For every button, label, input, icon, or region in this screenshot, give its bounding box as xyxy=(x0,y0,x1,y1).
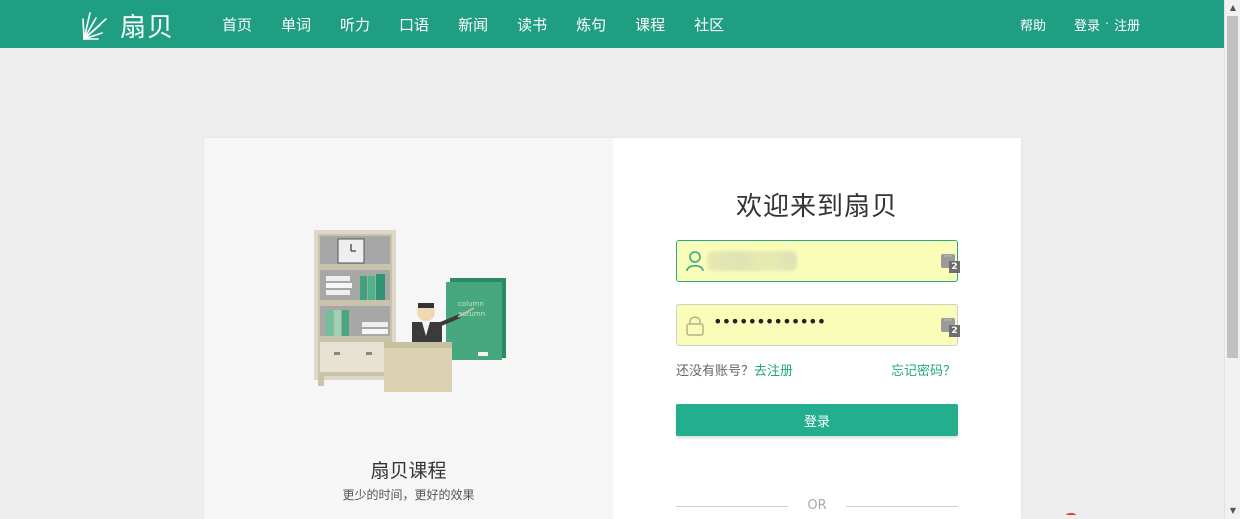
chalkboard-text-1: column xyxy=(458,300,484,308)
classroom-illustration: column autumn xyxy=(312,226,512,405)
lock-icon xyxy=(685,314,705,340)
red-annotation-mark xyxy=(1066,513,1076,517)
header-register-link[interactable]: 注册 xyxy=(1114,15,1140,34)
nav-item-community[interactable]: 社区 xyxy=(694,14,724,35)
course-subtitle: 更少的时间，更好的效果 xyxy=(342,488,475,502)
header-account-links: 帮助 登录 · 注册 xyxy=(1020,0,1140,48)
nav-item-words[interactable]: 单词 xyxy=(281,14,311,35)
nav-item-home[interactable]: 首页 xyxy=(222,14,252,35)
password-field[interactable]: ••••••••••••• ··· 2 xyxy=(676,304,960,346)
scroll-up-arrow-icon[interactable]: ▲ xyxy=(1225,0,1240,16)
link-separator: · xyxy=(1105,16,1110,32)
user-icon xyxy=(685,250,705,276)
nav-item-courses[interactable]: 课程 xyxy=(635,14,665,35)
no-account-text: 还没有账号？ xyxy=(676,364,755,379)
login-panel: 欢迎来到扇贝 ··· 2 ••••••••••••• ··· 2 还没有账号？去… xyxy=(613,138,1021,519)
nav-item-sentences[interactable]: 炼句 xyxy=(576,14,606,35)
password-manager-count: 2 xyxy=(949,325,960,337)
divider-line-right xyxy=(846,506,958,507)
nav-item-listening[interactable]: 听力 xyxy=(340,14,370,35)
scroll-down-arrow-icon[interactable]: ▼ xyxy=(1225,503,1240,519)
page-scrollbar[interactable]: ▲ ▼ xyxy=(1224,0,1240,519)
brand-name: 扇贝 xyxy=(120,13,175,43)
forgot-password-link[interactable]: 忘记密码？ xyxy=(891,360,956,379)
course-promo-panel: column autumn 扇贝课程 更少的时间，更好的效果 xyxy=(204,138,613,519)
help-link[interactable]: 帮助 xyxy=(1020,15,1046,34)
nav-item-reading[interactable]: 读书 xyxy=(517,14,547,35)
password-manager-icon[interactable]: ··· 2 xyxy=(941,317,960,337)
brand-logo[interactable]: 扇贝 xyxy=(80,7,174,44)
password-value: ••••••••••••• xyxy=(713,312,826,331)
main-nav: 首页 单词 听力 口语 新闻 读书 炼句 课程 社区 xyxy=(222,0,753,48)
username-value-obscured xyxy=(707,251,797,271)
top-navigation-bar: 扇贝 首页 单词 听力 口语 新闻 读书 炼句 课程 社区 帮助 登录 · 注册 xyxy=(0,0,1224,48)
shanbay-logo-icon xyxy=(80,9,118,43)
nav-item-speaking[interactable]: 口语 xyxy=(399,14,429,35)
login-card: column autumn 扇贝课程 更少的时间，更好的效果 欢迎来到扇贝 ··… xyxy=(204,138,1021,519)
password-manager-count: 2 xyxy=(949,261,960,273)
username-field[interactable]: ··· 2 xyxy=(676,240,960,282)
login-helper-links: 还没有账号？去注册 忘记密码？ xyxy=(676,360,958,379)
password-manager-icon[interactable]: ··· 2 xyxy=(941,253,960,273)
course-title: 扇贝课程 xyxy=(370,460,447,482)
scrollbar-thumb[interactable] xyxy=(1227,16,1238,358)
or-divider: OR xyxy=(676,498,958,514)
login-button[interactable]: 登录 xyxy=(676,404,958,436)
header-login-link[interactable]: 登录 xyxy=(1074,15,1100,34)
welcome-heading: 欢迎来到扇贝 xyxy=(735,192,898,222)
nav-item-news[interactable]: 新闻 xyxy=(458,14,488,35)
go-register-link[interactable]: 去注册 xyxy=(754,364,793,379)
